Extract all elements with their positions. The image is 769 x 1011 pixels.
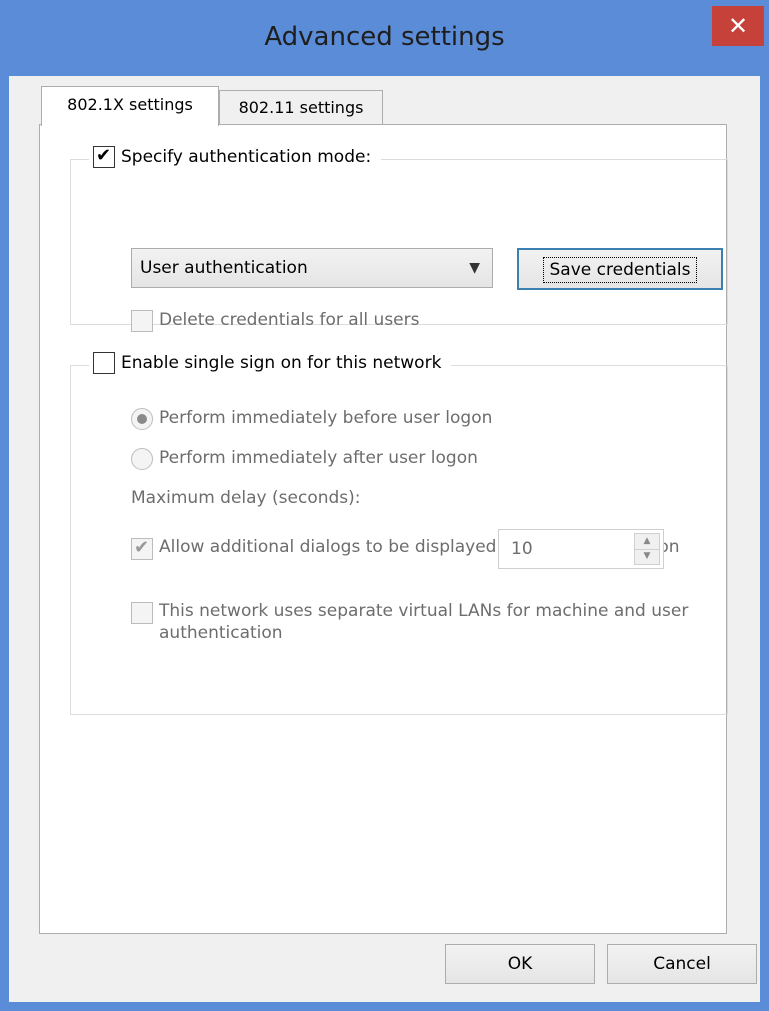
max-delay-value: 10 xyxy=(511,539,533,559)
close-icon: ✕ xyxy=(727,12,749,40)
checkbox-icon xyxy=(93,145,115,168)
spin-up-icon[interactable]: ▲ xyxy=(635,534,659,550)
enable-sso-checkbox[interactable]: Enable single sign on for this network xyxy=(89,352,452,374)
checkbox-icon xyxy=(93,352,115,374)
enable-sso-label: Enable single sign on for this network xyxy=(121,353,442,373)
specify-auth-mode-label: Specify authentication mode: xyxy=(121,147,372,167)
specify-auth-mode-checkbox[interactable]: Specify authentication mode: xyxy=(89,145,382,168)
cancel-button[interactable]: Cancel xyxy=(607,944,757,984)
save-credentials-button[interactable]: Save credentials xyxy=(517,248,723,290)
before-logon-radio[interactable]: Perform immediately before user logon xyxy=(131,408,492,430)
authentication-mode-select[interactable]: User authentication ▼ xyxy=(131,248,493,288)
tab-8021x-settings[interactable]: 802.1X settings xyxy=(41,86,219,126)
after-logon-label: Perform immediately after user logon xyxy=(159,448,478,468)
separate-vlans-label: This network uses separate virtual LANs … xyxy=(159,601,689,643)
max-delay-spinbox[interactable]: 10 ▲ ▼ xyxy=(498,529,664,569)
save-credentials-label: Save credentials xyxy=(542,257,698,283)
radio-icon xyxy=(131,408,153,430)
after-logon-radio[interactable]: Perform immediately after user logon xyxy=(131,448,478,470)
checkbox-icon xyxy=(131,537,153,560)
checkbox-icon xyxy=(131,310,153,332)
spin-down-icon[interactable]: ▼ xyxy=(635,549,659,564)
delete-credentials-label: Delete credentials for all users xyxy=(159,310,420,330)
radio-icon xyxy=(131,448,153,470)
max-delay-label: Maximum delay (seconds): xyxy=(131,488,361,508)
cancel-label: Cancel xyxy=(653,954,711,974)
dialog-client: 802.1X settings 802.11 settings Specify … xyxy=(9,76,760,1002)
tab-page-8021x: Specify authentication mode: User authen… xyxy=(39,124,728,934)
authentication-group: Specify authentication mode: User authen… xyxy=(70,145,728,332)
title-bar[interactable]: Advanced settings ✕ xyxy=(0,0,769,76)
separate-vlans-checkbox[interactable]: This network uses separate virtual LANs … xyxy=(131,600,691,644)
max-delay-label-text: Maximum delay (seconds): xyxy=(131,488,361,508)
ok-label: OK xyxy=(507,954,533,974)
window-title: Advanced settings xyxy=(264,22,505,52)
ok-button[interactable]: OK xyxy=(445,944,595,984)
close-button[interactable]: ✕ xyxy=(712,6,764,46)
checkbox-icon xyxy=(131,602,153,624)
chevron-down-icon: ▼ xyxy=(469,260,480,276)
dialog-window: Advanced settings ✕ 802.1X settings 802.… xyxy=(0,0,769,1011)
spin-buttons: ▲ ▼ xyxy=(634,533,660,565)
tab-80211-settings[interactable]: 802.11 settings xyxy=(219,90,383,126)
before-logon-label: Perform immediately before user logon xyxy=(159,408,493,428)
delete-credentials-checkbox[interactable]: Delete credentials for all users xyxy=(131,310,419,332)
authentication-mode-value: User authentication xyxy=(140,258,308,278)
